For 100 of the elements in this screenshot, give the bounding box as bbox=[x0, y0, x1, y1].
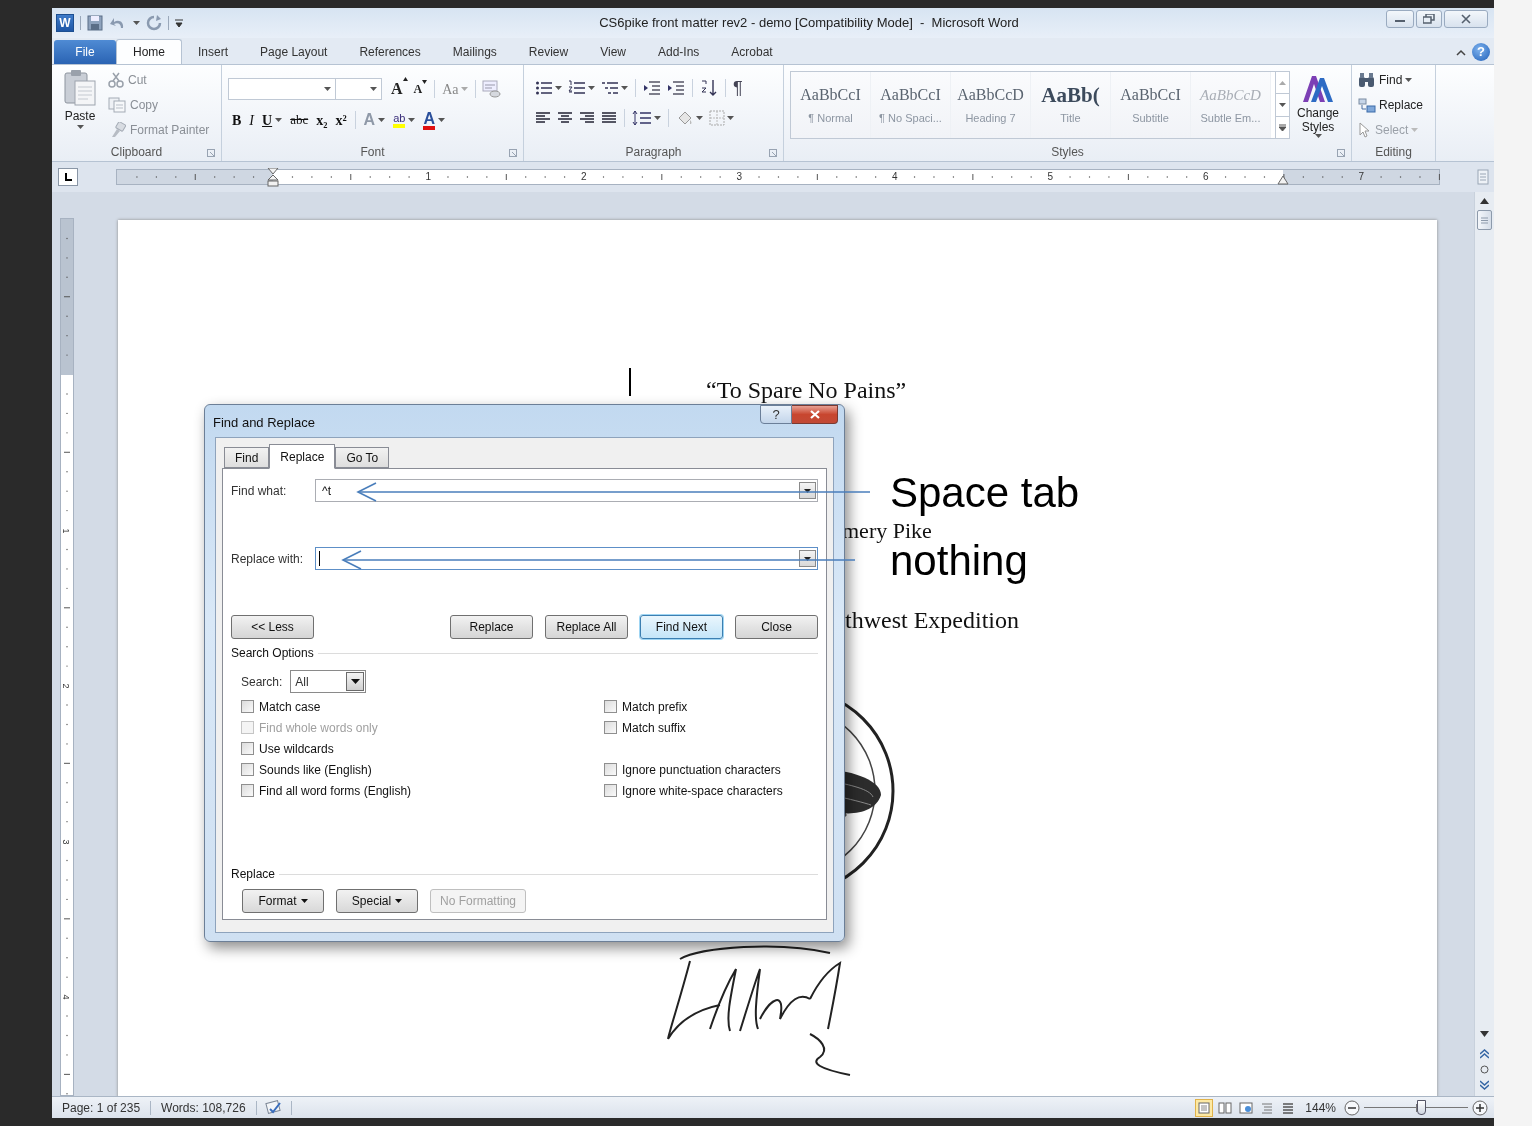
grow-font-button[interactable]: A bbox=[388, 77, 411, 101]
align-center-icon[interactable] bbox=[557, 111, 573, 125]
multilevel-list-icon[interactable] bbox=[601, 80, 619, 96]
view-icon bbox=[1282, 1101, 1295, 1114]
justify-icon[interactable] bbox=[601, 111, 617, 125]
style-preset[interactable]: AaBbCcI Subtitle bbox=[1111, 72, 1191, 138]
next-page-icon[interactable] bbox=[1480, 1080, 1489, 1090]
ruler-number: 1 bbox=[425, 170, 432, 184]
font-size-field[interactable] bbox=[336, 78, 382, 100]
proofing-icon[interactable] bbox=[264, 1099, 283, 1116]
replace-with-field[interactable] bbox=[315, 547, 818, 570]
ribbon-tab[interactable]: Mailings bbox=[436, 40, 513, 64]
zoom-slider[interactable] bbox=[1364, 1099, 1468, 1116]
numbering-icon[interactable] bbox=[568, 80, 586, 96]
italic-button[interactable]: I bbox=[245, 109, 258, 131]
font-color-button[interactable]: A bbox=[419, 109, 449, 131]
customize-toolbar-icon[interactable] bbox=[175, 17, 183, 29]
minimize-button[interactable] bbox=[1386, 10, 1414, 28]
dialog-button[interactable]: Replace All bbox=[545, 615, 628, 639]
style-preset[interactable]: AaBbCcI ¶ No Spaci... bbox=[871, 72, 951, 138]
ribbon-tab[interactable]: File bbox=[54, 40, 116, 64]
option-checkbox[interactable] bbox=[241, 700, 254, 713]
dropdown-button[interactable] bbox=[346, 672, 365, 691]
style-preset[interactable]: AaBbCcI ¶ Normal bbox=[791, 72, 871, 138]
save-icon[interactable] bbox=[87, 15, 103, 31]
align-right-icon[interactable] bbox=[579, 111, 595, 125]
right-indent-marker-icon[interactable] bbox=[1277, 176, 1289, 185]
dialog-button[interactable]: Special bbox=[336, 889, 418, 913]
ribbon-tab[interactable]: View bbox=[584, 40, 642, 64]
shrink-font-button[interactable]: A bbox=[410, 80, 431, 98]
restore-button[interactable] bbox=[1416, 10, 1442, 28]
align-left-icon[interactable] bbox=[535, 111, 551, 125]
indent-marker-icon[interactable] bbox=[267, 168, 279, 188]
style-preset[interactable]: AaBbCcD Heading 7 bbox=[951, 72, 1031, 138]
decrease-indent-icon[interactable] bbox=[643, 80, 661, 96]
slider-thumb[interactable] bbox=[1417, 1099, 1427, 1115]
ruler-toggle-icon[interactable] bbox=[1477, 169, 1489, 185]
previous-page-icon[interactable] bbox=[1480, 1049, 1489, 1059]
collapse-ribbon-icon[interactable] bbox=[1456, 48, 1466, 56]
subscript-button[interactable]: x₂ bbox=[312, 109, 332, 131]
strikethrough-button[interactable]: abc bbox=[286, 109, 313, 131]
redo-icon[interactable] bbox=[146, 15, 162, 31]
increase-indent-icon[interactable] bbox=[667, 80, 685, 96]
dialog-button[interactable]: Close bbox=[735, 615, 818, 639]
option-checkbox[interactable] bbox=[604, 784, 617, 797]
scrollbar-thumb[interactable] bbox=[1477, 210, 1492, 230]
dialog-tab[interactable]: Replace bbox=[269, 444, 336, 469]
help-button[interactable]: ? bbox=[760, 405, 792, 424]
underline-button[interactable]: U bbox=[258, 109, 287, 131]
app-icon[interactable]: W bbox=[56, 14, 74, 32]
editing-command[interactable]: Replace bbox=[1358, 94, 1435, 115]
ribbon-tab[interactable]: Insert bbox=[182, 40, 245, 64]
horizontal-ruler[interactable]: 1 2 3 4 5 6 7 bbox=[116, 169, 1440, 185]
view-button[interactable] bbox=[1195, 1098, 1214, 1117]
zoom-out-button[interactable] bbox=[1344, 1099, 1360, 1116]
caret-icon bbox=[350, 679, 360, 684]
option-checkbox[interactable] bbox=[241, 742, 254, 755]
dialog-button[interactable]: Format bbox=[242, 889, 324, 913]
caret-icon bbox=[300, 899, 308, 903]
close-button[interactable] bbox=[792, 405, 838, 424]
option-checkbox[interactable] bbox=[604, 763, 617, 776]
option-checkbox[interactable] bbox=[604, 721, 617, 734]
font-name-field[interactable] bbox=[228, 78, 336, 100]
option-checkbox[interactable] bbox=[241, 784, 254, 797]
editing-command[interactable]: Find bbox=[1358, 69, 1435, 90]
dialog-tab[interactable]: Go To bbox=[335, 447, 390, 468]
dialog-button[interactable]: Replace bbox=[450, 615, 533, 639]
superscript-button[interactable]: x² bbox=[331, 109, 351, 131]
scroll-up-icon[interactable] bbox=[1480, 198, 1489, 204]
zoom-level[interactable]: 144% bbox=[1297, 1098, 1344, 1117]
show-formatting-marks-button[interactable]: ¶ bbox=[730, 79, 746, 97]
zoom-in-button[interactable] bbox=[1472, 1099, 1488, 1116]
option-checkbox[interactable] bbox=[241, 763, 254, 776]
ribbon-tab[interactable]: Add-Ins bbox=[641, 40, 716, 64]
option-checkbox[interactable] bbox=[604, 700, 617, 713]
dialog-button[interactable]: Find Next bbox=[640, 615, 723, 639]
bullets-icon[interactable] bbox=[535, 80, 553, 96]
find-what-field[interactable]: ^t bbox=[315, 479, 818, 502]
vertical-ruler[interactable]: 1 2 3 4 bbox=[60, 218, 74, 1096]
sort-icon[interactable] bbox=[700, 79, 718, 97]
ribbon-tab[interactable]: Page Layout bbox=[244, 40, 344, 64]
line-spacing-icon[interactable] bbox=[632, 110, 652, 126]
shading-icon[interactable] bbox=[676, 110, 694, 126]
scroll-down-icon[interactable] bbox=[1480, 1031, 1489, 1037]
highlight-button[interactable]: ab bbox=[389, 109, 420, 131]
ribbon-tab[interactable]: Acrobat bbox=[715, 40, 789, 64]
bold-button[interactable]: B bbox=[228, 109, 246, 131]
dialog-button[interactable]: << Less bbox=[231, 615, 314, 639]
tab-stop-selector[interactable] bbox=[58, 168, 78, 186]
paste-button[interactable]: Paste bbox=[58, 69, 102, 143]
caret-icon bbox=[1405, 77, 1413, 82]
ribbon-tab[interactable]: Home bbox=[116, 39, 182, 64]
ribbon-tab[interactable]: Review bbox=[512, 40, 585, 64]
browse-object-icon[interactable] bbox=[1480, 1065, 1489, 1074]
change-styles-button[interactable]: Change Styles bbox=[1290, 71, 1346, 143]
vertical-scrollbar[interactable] bbox=[1474, 192, 1494, 1096]
ribbon-tab[interactable]: References bbox=[343, 40, 437, 64]
search-direction-dropdown[interactable]: All bbox=[290, 670, 367, 693]
dialog-tab[interactable]: Find bbox=[224, 447, 270, 468]
style-preset[interactable]: AaBb( Title bbox=[1031, 72, 1111, 138]
